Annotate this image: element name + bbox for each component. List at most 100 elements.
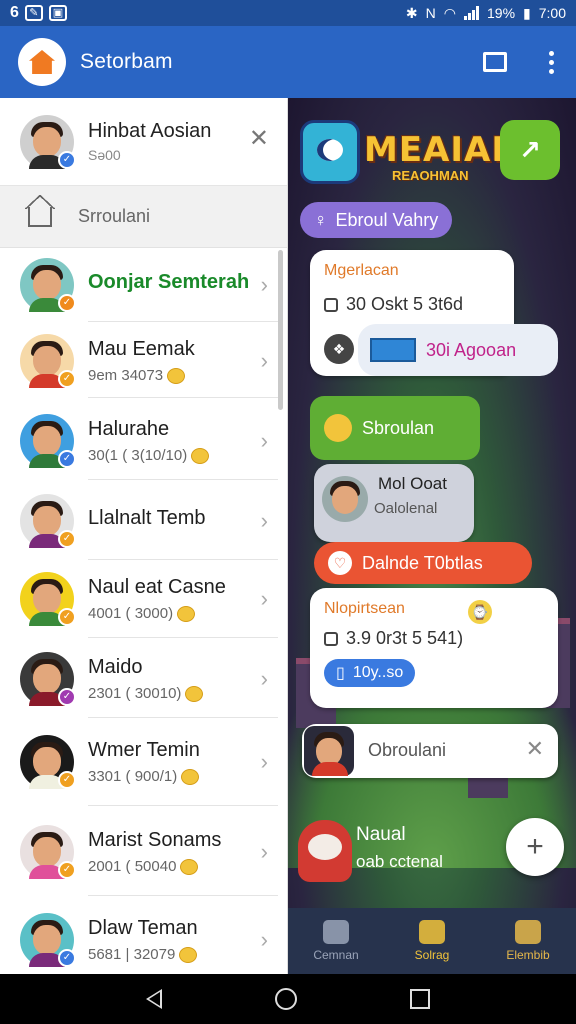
contact-item[interactable]: ✓ Marist Sonams 2001 ( 50040 › xyxy=(0,808,287,896)
chip-agooan-label: 30i Agooan xyxy=(426,339,517,360)
back-icon[interactable] xyxy=(146,989,163,1009)
contact-item[interactable]: ✓ Naul eat Casne 4001 ( 3000) › xyxy=(0,560,287,638)
contact-item[interactable]: ✓ Wmer Temin 3301 ( 900/1) › xyxy=(0,718,287,806)
bottom-note-sub: oab cctenal xyxy=(356,852,443,871)
tab-cemnan[interactable]: Cemnan xyxy=(288,908,384,974)
arrow-icon: ↗ xyxy=(519,134,541,165)
contact-item[interactable]: ✓ Halurahe 30(1 ( 3(10/10) › xyxy=(0,402,287,480)
system-nav-bar xyxy=(0,974,576,1024)
tab-label: Cemnan xyxy=(313,948,359,962)
clock: 7:00 xyxy=(538,5,566,21)
chevron-right-icon: › xyxy=(260,428,268,453)
chat-card-2[interactable]: Nlopirtsean ⌚ 3.9 0r3t 5 541) ▯ 10y..so xyxy=(310,588,558,708)
avatar: ✓ xyxy=(20,652,76,706)
calendar-icon xyxy=(324,631,338,646)
contact-item[interactable]: ✓ Llalnalt Temb › xyxy=(0,482,287,560)
status-badge-icon: ✓ xyxy=(58,530,76,548)
contact-item[interactable]: ✓ Oonjar Semterah › xyxy=(0,248,287,322)
window-icon[interactable] xyxy=(483,52,507,72)
chat-card-user[interactable]: Mol Ooat Oalolenal xyxy=(314,464,474,542)
contact-name: Naul eat Casne xyxy=(88,576,226,598)
chevron-right-icon: › xyxy=(260,749,268,774)
home-icon xyxy=(25,194,55,227)
chat-pill-green[interactable]: Sbroulan xyxy=(310,396,480,460)
heart-icon: ♡ xyxy=(328,551,352,575)
search-icon xyxy=(419,920,445,944)
game-logo: MEAIAN REAOHMAN xyxy=(300,112,520,190)
contact-name: Llalnalt Temb xyxy=(88,506,206,529)
avatar: ✓ xyxy=(20,414,76,468)
chat-card-2-chip-label: 10y..so xyxy=(352,664,404,681)
chat-input-row[interactable]: Obroulani ✕ xyxy=(302,724,558,778)
contact-sub: 30(1 ( 3(10/10) xyxy=(88,447,188,464)
recents-icon[interactable] xyxy=(409,989,430,1009)
navigation-drawer: ✓ Hinbat Aosian Sə00 ✕ Srroulani ✓ Oonjar… xyxy=(0,98,288,974)
contact-item[interactable]: ✓ Dlaw Teman 5681 | 32079 › xyxy=(0,896,287,974)
tab-solrag[interactable]: Solrag xyxy=(384,908,480,974)
chat-card-2-title: Nlopirtsean xyxy=(324,600,405,617)
chat-input[interactable]: Obroulani xyxy=(368,740,446,761)
building-icon xyxy=(370,338,416,362)
status-badge-icon: ✓ xyxy=(58,608,76,626)
avatar: ✓ xyxy=(20,258,76,312)
contact-item[interactable]: ✓ Maido 2301 ( 30010) › xyxy=(0,640,287,718)
contact-name: Mau Eemak xyxy=(88,338,195,360)
contact-sub: 2301 ( 30010) xyxy=(88,685,182,702)
avatar: ✓ xyxy=(20,114,76,169)
image-icon: ▣ xyxy=(48,5,67,21)
chat-pill-red[interactable]: ♡ Dalnde T0btlas xyxy=(314,542,532,584)
coin-icon xyxy=(185,685,204,702)
battery-icon: ▮ xyxy=(523,4,531,21)
clock-icon: ⌚ xyxy=(468,600,492,624)
coin-icon xyxy=(177,605,196,622)
home-circle-icon[interactable] xyxy=(274,988,297,1010)
next-button[interactable]: ↗ xyxy=(500,120,560,180)
bottom-note-title: Naual xyxy=(356,824,406,845)
coin-icon xyxy=(191,447,210,464)
more-vert-icon[interactable] xyxy=(545,50,558,74)
verified-badge-icon: ✓ xyxy=(58,150,76,169)
tab-label: Solrag xyxy=(414,948,450,962)
add-button[interactable]: + xyxy=(506,818,564,876)
game-panel: MEAIAN REAOHMAN ↗ ♀ Ebroul Vahry Mgerlac… xyxy=(288,98,576,908)
game-mascot-icon xyxy=(300,120,360,184)
home-label: Srroulani xyxy=(78,206,151,226)
close-icon[interactable]: ✕ xyxy=(249,124,269,153)
edit-icon: ✎ xyxy=(24,5,43,21)
bottom-tabs: Cemnan Solrag Elembib xyxy=(288,908,576,974)
avatar: ✓ xyxy=(20,494,76,548)
close-icon[interactable]: ✕ xyxy=(526,736,544,762)
contact-item[interactable]: ✓ Mau Eemak 9em 34073 › xyxy=(0,324,287,398)
status-badge-icon: ✓ xyxy=(58,294,76,312)
drawer-home-item[interactable]: Srroulani xyxy=(0,186,287,248)
notification-6-icon: 6 xyxy=(10,4,19,21)
tag-icon: ▯ xyxy=(336,665,345,682)
chat-card-2-chip[interactable]: ▯ 10y..so xyxy=(324,659,416,687)
status-badge-icon: ✓ xyxy=(58,861,76,879)
app-bar: Setorbam xyxy=(0,26,576,98)
chest-icon xyxy=(323,920,349,944)
chat-pill-top[interactable]: ♀ Ebroul Vahry xyxy=(300,202,453,238)
chevron-right-icon: › xyxy=(260,508,268,533)
chat-user-sub: Oalolenal xyxy=(374,500,438,517)
avatar: ✓ xyxy=(20,913,76,967)
chip-agooan[interactable]: 30i Agooan xyxy=(358,324,558,376)
contact-name: Maido xyxy=(88,656,143,678)
contact-sub: 5681 | 32079 xyxy=(88,946,176,963)
contact-sub: 2001 ( 50040 xyxy=(88,858,177,875)
chat-card-2-line: 3.9 0r3t 5 541) xyxy=(346,628,464,648)
profile-sub: Sə00 xyxy=(88,147,121,163)
chat-pill-top-label: Ebroul Vahry xyxy=(335,209,439,230)
drawer-profile[interactable]: ✓ Hinbat Aosian Sə00 ✕ xyxy=(0,98,287,186)
chevron-right-icon: › xyxy=(260,666,268,691)
status-bar: 6 ✎ ▣ ✱ N ◠ 19% ▮ 7:00 xyxy=(0,0,576,26)
chat-card-1-line: 30 Oskt 5 3t6d xyxy=(346,294,464,314)
signal-icon xyxy=(464,6,479,20)
avatar-icon xyxy=(515,920,541,944)
chevron-right-icon: › xyxy=(260,272,268,297)
app-logo-icon[interactable] xyxy=(18,38,66,86)
tab-elembib[interactable]: Elembib xyxy=(480,908,576,974)
contact-name: Halurahe xyxy=(88,418,170,440)
coin-icon xyxy=(167,367,186,384)
avatar: ✓ xyxy=(20,334,76,388)
